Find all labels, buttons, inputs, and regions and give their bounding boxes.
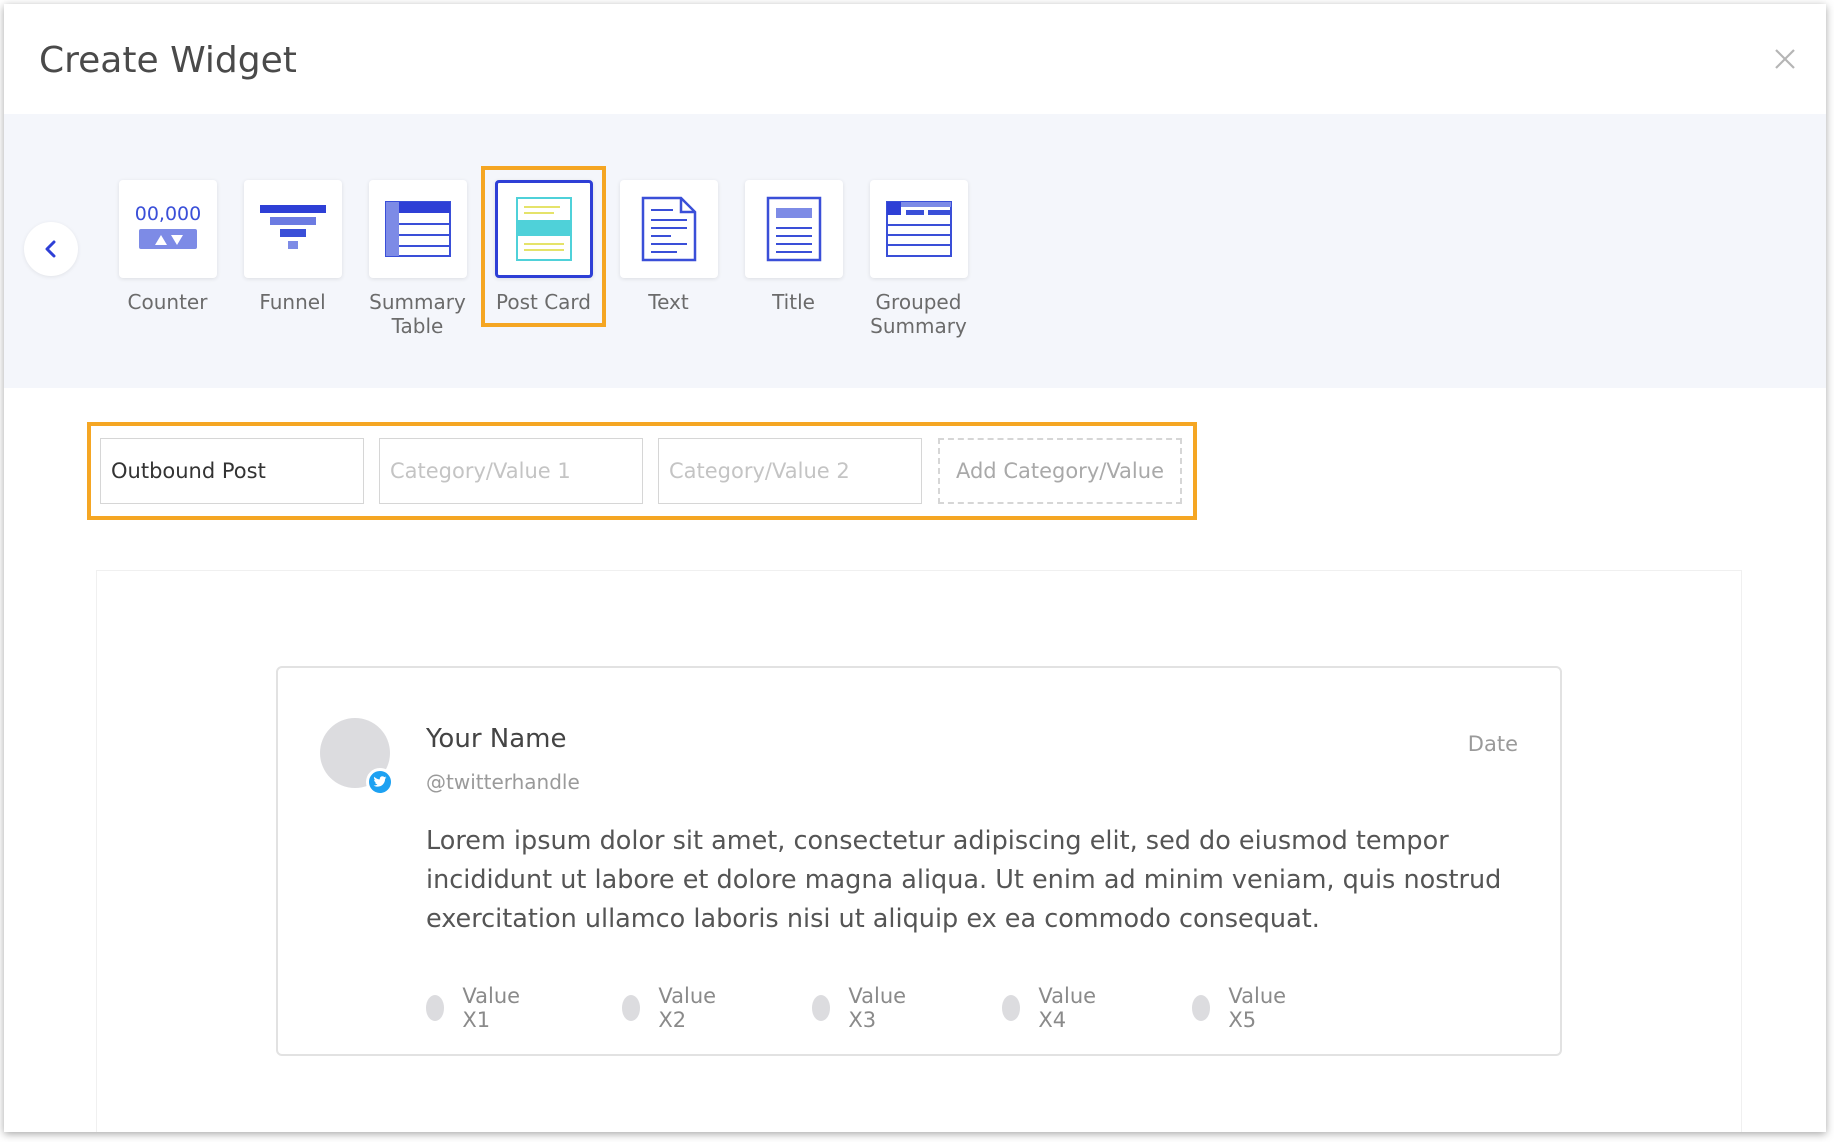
- post-body-text: Lorem ipsum dolor sit amet, consectetur …: [426, 826, 1502, 934]
- post-author-name: Your Name: [426, 724, 567, 754]
- category-value-2-field[interactable]: [658, 438, 922, 504]
- widget-type-label: Post Card: [496, 290, 591, 314]
- post-author-handle: @twitterhandle: [426, 770, 580, 794]
- value-label: Value X4: [1038, 984, 1097, 1032]
- widget-type-selector: 00,000 Counter Funnel Summary Table Post…: [4, 114, 1826, 388]
- value-label: Value X3: [848, 984, 907, 1032]
- counter-icon: 00,000: [134, 203, 201, 249]
- twitter-badge: [366, 768, 394, 796]
- value-label: Value X1: [462, 984, 521, 1032]
- grouped-summary-icon: [885, 201, 952, 257]
- counter-icon-text: 00,000: [134, 203, 200, 225]
- value-label: Value X2: [658, 984, 717, 1032]
- value-label: Value X5: [1228, 984, 1287, 1032]
- widget-type-label: Grouped Summary: [870, 290, 967, 338]
- close-button[interactable]: [1770, 44, 1800, 74]
- widget-type-text-box: [619, 180, 718, 278]
- twitter-icon: [373, 776, 387, 787]
- value-dot: [812, 995, 831, 1021]
- widget-type-grouped-summary[interactable]: Grouped Summary: [856, 180, 981, 338]
- widget-type-label: Title: [772, 290, 815, 314]
- scroll-left-button[interactable]: [24, 222, 78, 276]
- value-item: Value X5: [1192, 984, 1294, 1032]
- category-value-1-field[interactable]: [379, 438, 643, 504]
- value-dot: [1002, 995, 1021, 1021]
- category-value-2-input[interactable]: [669, 459, 921, 483]
- widget-type-post-card[interactable]: Post Card: [481, 180, 606, 314]
- widget-type-label: Text: [648, 290, 689, 314]
- post-date: Date: [1467, 732, 1518, 756]
- create-widget-modal: Create Widget 00,000 Counter Funnel Summ…: [4, 4, 1826, 1132]
- chevron-left-icon: [45, 240, 56, 258]
- modal-title: Create Widget: [39, 40, 297, 81]
- widget-type-grouped-summary-box: [869, 180, 968, 278]
- close-icon: [1775, 49, 1795, 69]
- widget-type-funnel-box: [243, 180, 342, 278]
- widget-type-label: Funnel: [259, 290, 326, 314]
- funnel-icon: [259, 205, 326, 249]
- widget-type-title-box: [744, 180, 843, 278]
- widget-type-summary-table-box: [368, 180, 467, 278]
- value-dot: [426, 995, 445, 1021]
- primary-value-field[interactable]: [100, 438, 364, 504]
- text-doc-icon: [641, 196, 696, 262]
- add-category-value-label: Add Category/Value: [955, 459, 1164, 483]
- value-item: Value X4: [1002, 984, 1104, 1032]
- widget-type-post-card-box: [494, 180, 593, 278]
- value-dot: [622, 995, 641, 1021]
- modal-header: Create Widget: [4, 4, 1826, 114]
- post-card-preview: Your Name @twitterhandle Date Lorem ipsu…: [276, 666, 1562, 1056]
- widget-type-label: Summary Table: [369, 290, 466, 338]
- value-dot: [1192, 995, 1211, 1021]
- widget-type-label: Counter: [127, 290, 208, 314]
- title-doc-icon: [766, 196, 821, 262]
- widget-type-title[interactable]: Title: [731, 180, 856, 314]
- widget-type-funnel[interactable]: Funnel: [230, 180, 355, 314]
- widget-type-text[interactable]: Text: [606, 180, 731, 314]
- value-item: Value X1: [426, 984, 528, 1032]
- widget-type-counter[interactable]: 00,000 Counter: [105, 180, 230, 314]
- value-item: Value X3: [812, 984, 914, 1032]
- summary-table-icon: [384, 201, 451, 257]
- widget-type-counter-box: 00,000: [118, 180, 217, 278]
- category-value-1-input[interactable]: [390, 459, 642, 483]
- primary-value-input[interactable]: [111, 459, 363, 483]
- add-category-value-button[interactable]: Add Category/Value: [938, 438, 1182, 504]
- widget-type-summary-table[interactable]: Summary Table: [355, 180, 480, 338]
- value-item: Value X2: [622, 984, 724, 1032]
- post-card-icon: [515, 197, 572, 261]
